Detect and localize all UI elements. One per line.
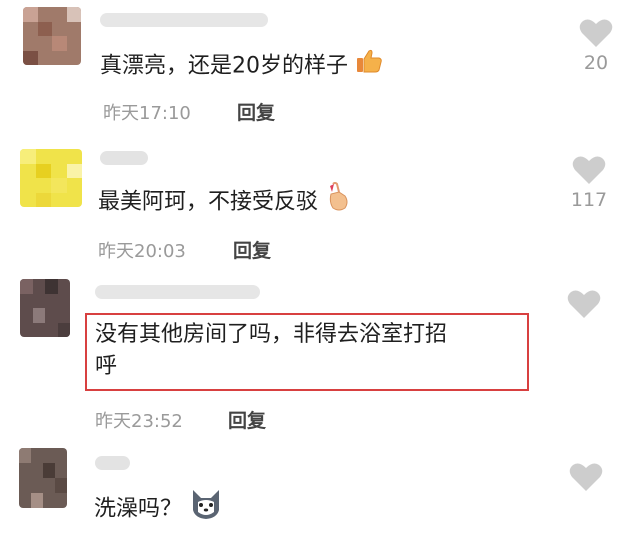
- heart-icon: [569, 463, 603, 491]
- comment-item: 真漂亮，还是20岁的样子 昨天17:10 回复 20: [0, 0, 641, 135]
- comment-body: 洗澡吗？: [94, 496, 183, 522]
- avatar[interactable]: [19, 448, 67, 508]
- comment-body-line1: 没有其他房间了吗，非得去浴室打招: [95, 322, 448, 347]
- like-button[interactable]: 117: [563, 155, 615, 211]
- avatar[interactable]: [23, 7, 81, 65]
- comment-body: 最美阿珂，不接受反驳: [98, 189, 319, 215]
- like-button[interactable]: [558, 289, 610, 319]
- comment-item: 最美阿珂，不接受反驳 昨天20:03 回复 117: [0, 135, 641, 265]
- comment-item: 没有其他房间了吗，非得去浴室打招 呼 昨天23:52 回复: [0, 265, 641, 435]
- comment-text: 真漂亮，还是20岁的样子: [100, 48, 383, 85]
- husky-dog-icon: [189, 488, 223, 531]
- comment-body-line2: 呼: [95, 354, 118, 379]
- avatar[interactable]: [20, 149, 82, 207]
- finger-heart-icon: [325, 182, 351, 223]
- heart-icon: [572, 156, 606, 184]
- reply-button[interactable]: 回复: [237, 98, 275, 125]
- like-button[interactable]: 20: [570, 18, 622, 74]
- heart-icon: [579, 19, 613, 47]
- comment-body: 真漂亮，还是20岁的样子: [100, 53, 348, 79]
- comment-item: 洗澡吗？: [0, 440, 641, 538]
- reply-button[interactable]: 回复: [233, 236, 271, 263]
- like-button[interactable]: [560, 462, 612, 492]
- avatar[interactable]: [20, 279, 70, 337]
- comment-text: 最美阿珂，不接受反驳: [98, 182, 351, 223]
- comment-text: 没有其他房间了吗，非得去浴室打招 呼: [95, 319, 447, 383]
- username[interactable]: [100, 151, 148, 165]
- like-count: 117: [570, 189, 608, 211]
- comment-text: 洗澡吗？: [94, 488, 223, 531]
- thumbs-up-icon: [355, 48, 383, 85]
- username[interactable]: [100, 13, 268, 27]
- username[interactable]: [95, 456, 130, 470]
- comment-time: 昨天20:03: [98, 241, 186, 262]
- username[interactable]: [95, 285, 260, 299]
- comment-time: 昨天17:10: [103, 103, 191, 124]
- like-count: 20: [583, 52, 609, 74]
- reply-button[interactable]: 回复: [228, 406, 266, 433]
- comment-time: 昨天23:52: [95, 411, 183, 432]
- heart-icon: [567, 290, 601, 318]
